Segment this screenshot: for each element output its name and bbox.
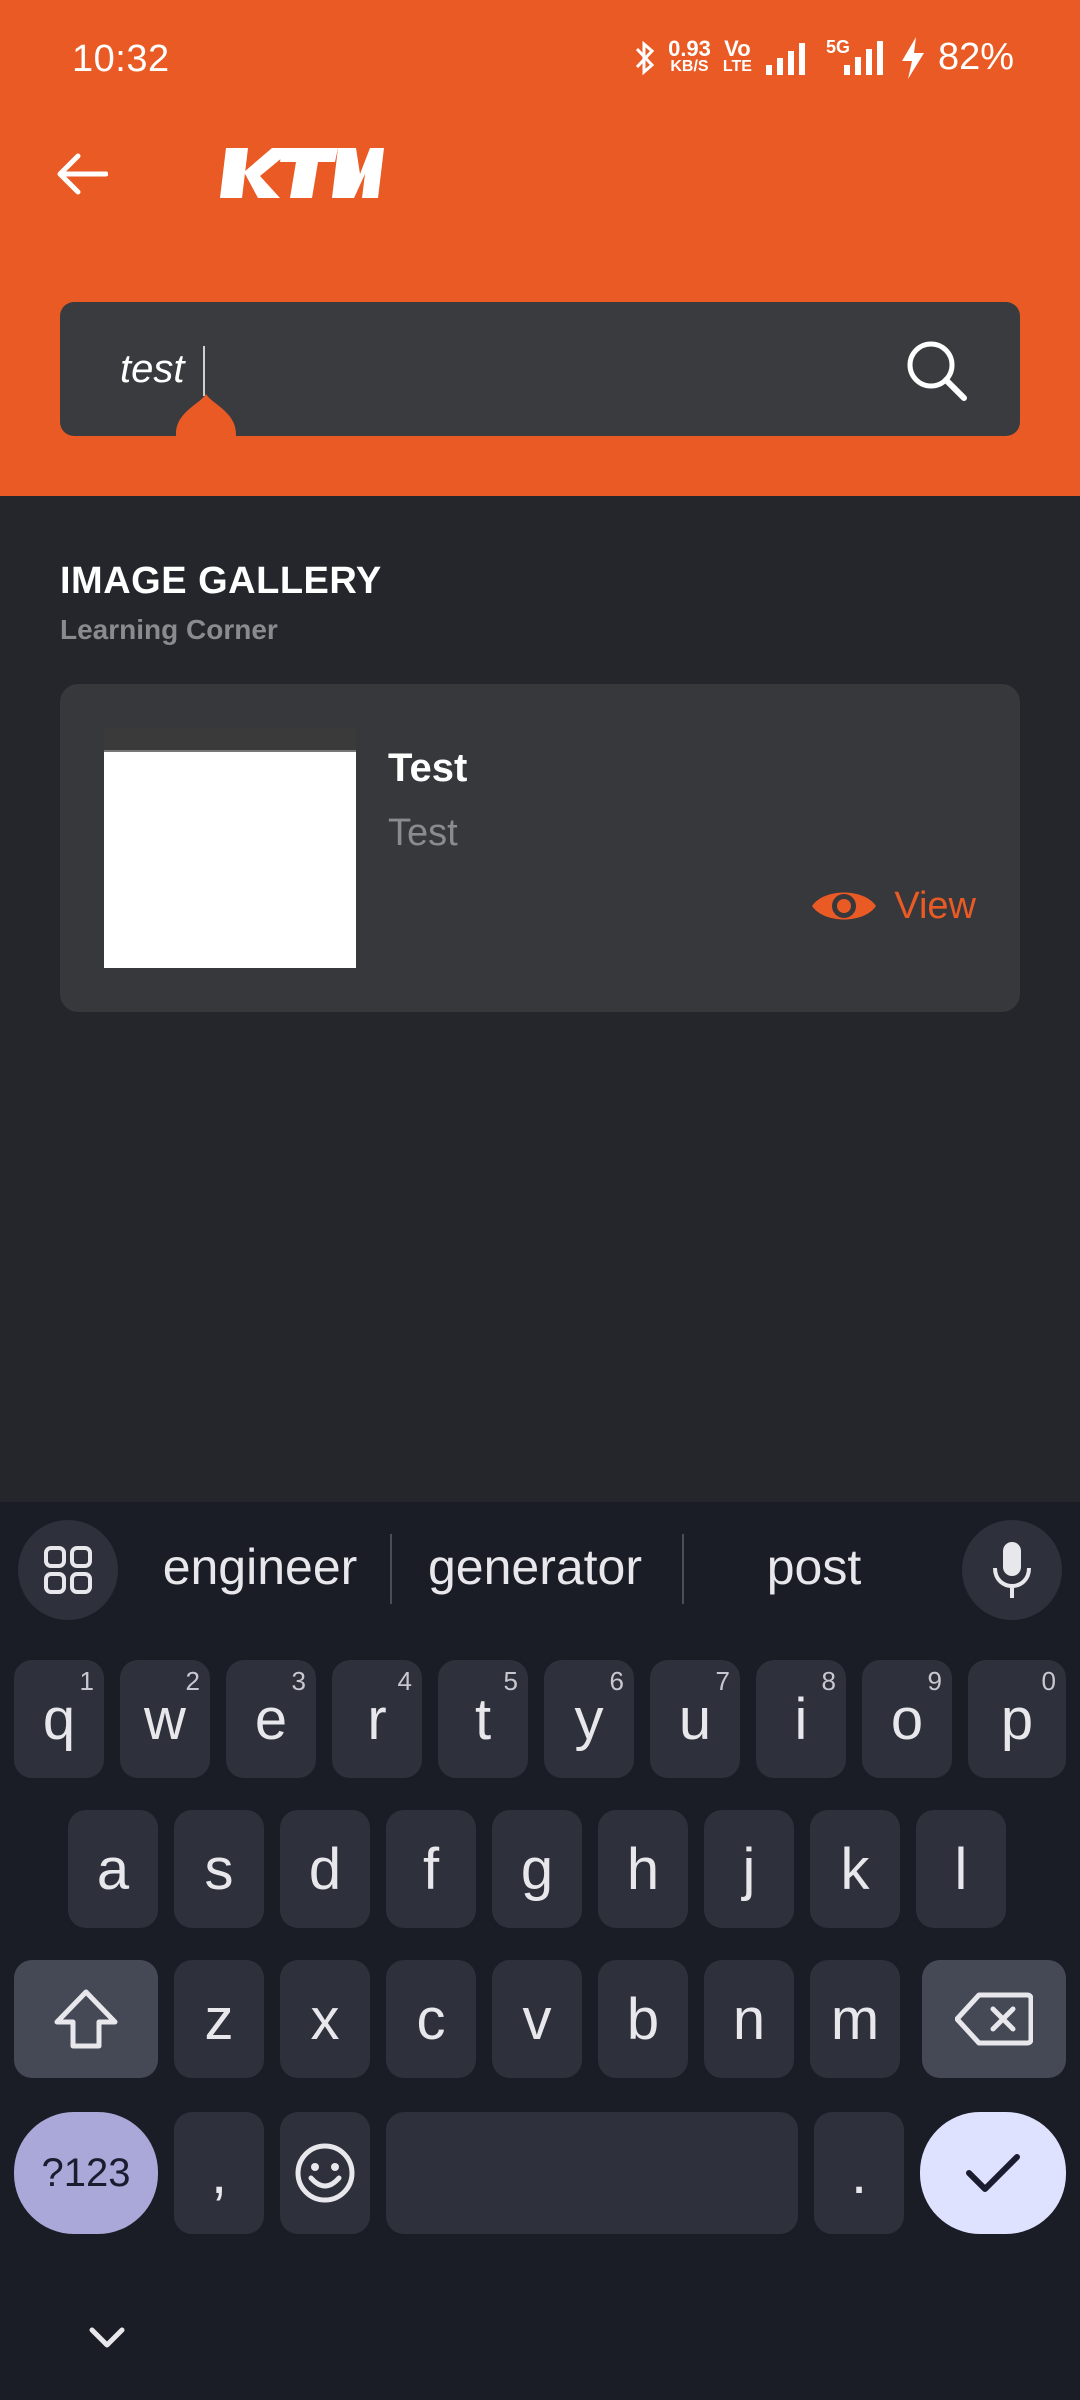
key-s[interactable]: s: [174, 1810, 264, 1928]
signal-5g-icon: 5G: [822, 37, 888, 77]
shift-icon: [54, 1989, 118, 2049]
key-b[interactable]: b: [598, 1960, 688, 2078]
bluetooth-icon: [635, 40, 655, 75]
key-h[interactable]: h: [598, 1810, 688, 1928]
enter-key[interactable]: [920, 2112, 1066, 2234]
key-v[interactable]: v: [492, 1960, 582, 2078]
status-bar: 10:32 0.93 KB/S Vo LTE 5G 82%: [0, 0, 1080, 128]
key-a[interactable]: a: [68, 1810, 158, 1928]
checkmark-icon: [966, 2154, 1020, 2192]
key-d[interactable]: d: [280, 1810, 370, 1928]
shift-key[interactable]: [14, 1960, 158, 2078]
soft-keyboard: engineer generator post q1 w2 e3 r4 t5 y…: [0, 1502, 1080, 2400]
key-o[interactable]: o9: [862, 1660, 952, 1778]
result-card[interactable]: Test Test View: [60, 684, 1020, 1012]
charging-icon: [901, 36, 924, 79]
app-header: 10:32 0.93 KB/S Vo LTE 5G 82% test: [0, 0, 1080, 496]
view-label: View: [894, 884, 976, 927]
net-speed: 0.93 KB/S: [668, 35, 711, 75]
back-button[interactable]: [50, 142, 114, 206]
key-p[interactable]: p0: [968, 1660, 1066, 1778]
grid-icon: [44, 1546, 92, 1594]
suggestion-bar: engineer generator post: [0, 1502, 1080, 1630]
status-time: 10:32: [72, 38, 170, 80]
key-y[interactable]: y6: [544, 1660, 634, 1778]
microphone-icon: [993, 1542, 1031, 1598]
suggestion-3[interactable]: post: [700, 1538, 928, 1596]
backspace-key[interactable]: [922, 1960, 1066, 2078]
key-k[interactable]: k: [810, 1810, 900, 1928]
view-button[interactable]: View: [810, 884, 976, 928]
key-x[interactable]: x: [280, 1960, 370, 2078]
volte-badge: Vo LTE: [722, 35, 752, 75]
search-icon: [907, 341, 967, 401]
comma-key[interactable]: ,: [174, 2112, 264, 2234]
voice-input-button[interactable]: [962, 1520, 1062, 1620]
emoji-icon: [295, 2143, 355, 2203]
signal-icon: [765, 42, 805, 75]
suggestion-1[interactable]: engineer: [140, 1538, 380, 1596]
key-q[interactable]: q1: [14, 1660, 104, 1778]
key-z[interactable]: z: [174, 1960, 264, 2078]
key-l[interactable]: l: [916, 1810, 1006, 1928]
key-r[interactable]: r4: [332, 1660, 422, 1778]
battery-level: 82%: [937, 36, 1014, 78]
section-title: IMAGE GALLERY: [60, 560, 382, 602]
result-subtitle: Test: [388, 812, 458, 854]
arrow-left-icon: [57, 153, 108, 195]
key-j[interactable]: j: [704, 1810, 794, 1928]
backspace-icon: [955, 1992, 1033, 2046]
key-g[interactable]: g: [492, 1810, 582, 1928]
key-t[interactable]: t5: [438, 1660, 528, 1778]
result-thumbnail: [104, 728, 356, 968]
text-cursor: [203, 346, 205, 396]
eye-icon: [812, 892, 877, 920]
key-w[interactable]: w2: [120, 1660, 210, 1778]
symbols-key[interactable]: ?123: [14, 2112, 158, 2234]
search-button[interactable]: [904, 338, 968, 402]
section-subtitle: Learning Corner: [60, 614, 278, 645]
result-title: Test: [388, 746, 468, 790]
key-n[interactable]: n: [704, 1960, 794, 2078]
space-key[interactable]: [386, 2112, 798, 2234]
ktm-logo: [214, 138, 384, 208]
search-box: [60, 302, 1020, 442]
key-c[interactable]: c: [386, 1960, 476, 2078]
status-icons: 0.93 KB/S Vo LTE 5G 82%: [634, 36, 1014, 79]
cursor-handle-icon[interactable]: [176, 394, 236, 442]
keyboard-menu-button[interactable]: [18, 1520, 118, 1620]
period-key[interactable]: .: [814, 2112, 904, 2234]
emoji-key[interactable]: [280, 2112, 370, 2234]
key-m[interactable]: m: [810, 1960, 900, 2078]
key-i[interactable]: i8: [756, 1660, 846, 1778]
key-e[interactable]: e3: [226, 1660, 316, 1778]
key-u[interactable]: u7: [650, 1660, 740, 1778]
key-f[interactable]: f: [386, 1810, 476, 1928]
suggestion-2[interactable]: generator: [402, 1538, 668, 1596]
chevron-down-icon[interactable]: [82, 2318, 132, 2358]
